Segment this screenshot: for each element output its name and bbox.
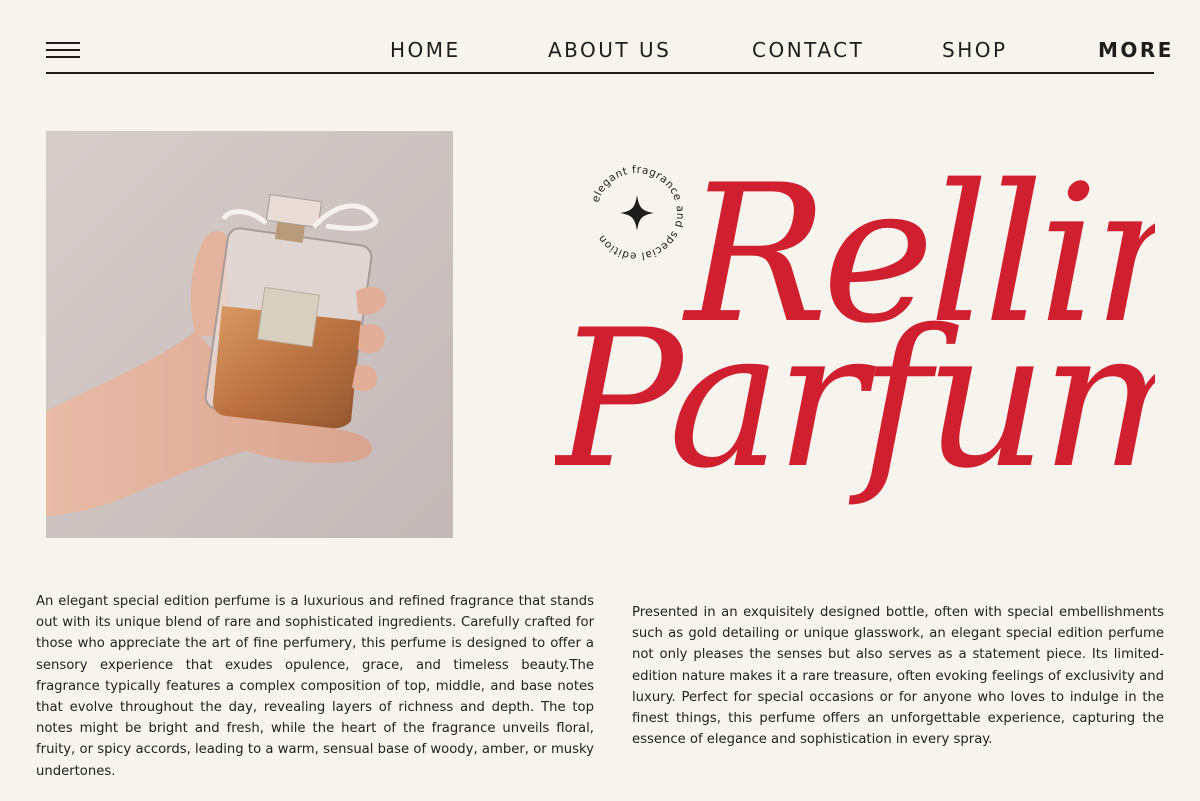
nav-divider bbox=[46, 72, 1154, 74]
main-nav: HOME ABOUT US CONTACT SHOP MORE bbox=[0, 38, 1200, 68]
nav-home[interactable]: HOME bbox=[390, 38, 461, 62]
nav-shop[interactable]: SHOP bbox=[942, 38, 1008, 62]
nav-more[interactable]: MORE bbox=[1098, 38, 1174, 62]
brand-title: Rellina Parfume bbox=[555, 144, 1155, 510]
description-left: An elegant special edition perfume is a … bbox=[36, 594, 594, 779]
description-right: Presented in an exquisitely designed bot… bbox=[632, 605, 1164, 748]
title-line-2: Parfume bbox=[555, 289, 1155, 510]
nav-about-us[interactable]: ABOUT US bbox=[548, 38, 671, 62]
perfume-photo bbox=[46, 131, 453, 538]
nav-contact[interactable]: CONTACT bbox=[752, 38, 864, 62]
